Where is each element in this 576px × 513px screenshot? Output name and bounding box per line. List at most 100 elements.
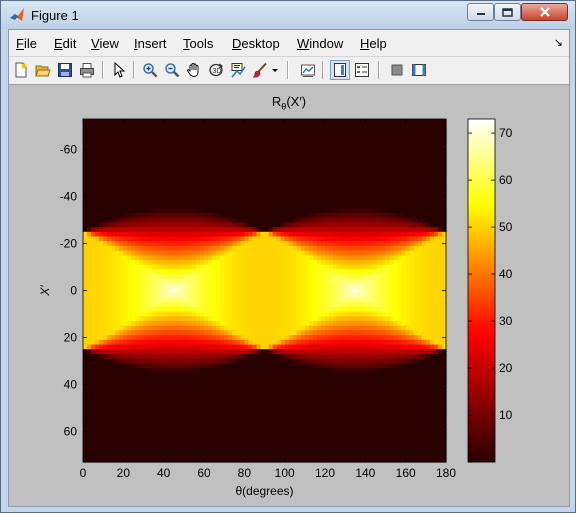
pan-button[interactable]: [184, 60, 204, 80]
heatmap-cell: [103, 330, 108, 336]
heatmap-cell: [353, 137, 358, 144]
menu-file[interactable]: File: [16, 36, 37, 51]
hide-plot-tools-button[interactable]: [387, 60, 407, 80]
heatmap-cell: [155, 269, 161, 275]
rotate-3d-button[interactable]: 3D: [206, 60, 226, 80]
legend-button[interactable]: [352, 60, 372, 80]
heatmap-cell: [308, 264, 314, 270]
menu-tools[interactable]: Tools: [183, 36, 213, 51]
heatmap-cell: [325, 335, 330, 341]
heatmap-cell: [119, 194, 124, 200]
heatmap-cell: [296, 339, 302, 346]
heatmap-cell: [276, 311, 282, 317]
menu-window[interactable]: Window: [297, 36, 343, 51]
heatmap-cell: [179, 391, 185, 397]
data-cursor-button[interactable]: [228, 60, 248, 80]
menu-insert[interactable]: Insert: [134, 36, 167, 51]
heatmap-cell: [284, 147, 290, 153]
heatmap-cell: [131, 189, 137, 195]
heatmap-cell: [320, 297, 326, 303]
link-plot-button[interactable]: [298, 60, 318, 80]
colorbar-button[interactable]: [330, 60, 350, 80]
brush-button[interactable]: [250, 60, 270, 80]
heatmap-cell: [83, 250, 88, 256]
heatmap-cell: [107, 433, 112, 440]
heatmap-cell: [325, 147, 330, 153]
heatmap-cell: [300, 311, 306, 317]
menu-edit[interactable]: Edit: [54, 36, 76, 51]
heatmap-cell: [159, 382, 165, 388]
heatmap-cell: [167, 452, 173, 458]
heatmap-cell: [341, 316, 346, 322]
heatmap-cell: [296, 358, 302, 364]
heatmap-cell: [163, 424, 169, 430]
zoom-out-button[interactable]: [162, 60, 182, 80]
heatmap-cell: [159, 203, 165, 209]
heatmap-cell: [252, 264, 258, 270]
close-button[interactable]: [521, 3, 568, 21]
heatmap-cell: [204, 283, 209, 289]
heatmap-chart[interactable]: 0 20 40 60 80 100 120 140 160 180-60-40-200204060…: [9, 85, 569, 506]
heatmap-cell: [167, 274, 173, 280]
heatmap-cell: [139, 297, 145, 303]
heatmap-cell: [248, 241, 253, 247]
heatmap-cell: [143, 236, 149, 242]
heatmap-cell: [159, 330, 165, 336]
open-file-button[interactable]: [33, 60, 53, 80]
heatmap-cell: [163, 335, 169, 341]
heatmap-cell: [103, 321, 108, 327]
save-button[interactable]: [55, 60, 75, 80]
show-plot-tools-button[interactable]: [409, 60, 429, 80]
heatmap-cell: [147, 264, 153, 270]
heatmap-cell: [312, 335, 318, 341]
brush-dropdown-button[interactable]: [270, 60, 280, 80]
print-button[interactable]: [77, 60, 97, 80]
heatmap-cell: [280, 151, 286, 158]
heatmap-cell: [216, 250, 221, 256]
menu-desktop[interactable]: Desktop: [232, 36, 280, 51]
heatmap-cell: [216, 194, 221, 200]
heatmap-cell: [143, 302, 149, 308]
heatmap-cell: [224, 325, 229, 332]
toolbar-separator: [378, 61, 380, 79]
heatmap-cell: [248, 180, 253, 186]
heatmap-cell: [268, 292, 274, 299]
heatmap-cell: [300, 443, 306, 449]
heatmap-cell: [341, 429, 346, 435]
edit-plot-button[interactable]: [109, 60, 129, 80]
new-figure-button[interactable]: [11, 60, 31, 80]
heatmap-cell: [111, 147, 116, 153]
heatmap-cell: [135, 255, 141, 261]
zoom-in-button[interactable]: [140, 60, 160, 80]
heatmap-cell: [304, 429, 310, 435]
heatmap-cell: [280, 241, 286, 247]
heatmap-cell: [175, 353, 181, 360]
heatmap-cell: [325, 170, 330, 176]
menu-view[interactable]: View: [91, 36, 119, 51]
heatmap-cell: [139, 306, 145, 313]
heatmap-cell: [341, 212, 346, 219]
heatmap-cell: [163, 123, 169, 129]
heatmap-cell: [167, 447, 173, 454]
heatmap-cell: [244, 189, 249, 195]
heatmap-cell: [139, 119, 145, 125]
heatmap-cell: [167, 372, 173, 379]
heatmap-cell: [272, 349, 278, 355]
heatmap-cell: [216, 278, 221, 285]
heatmap-cell: [179, 405, 185, 411]
heatmap-cell: [135, 377, 141, 383]
minimize-button[interactable]: [467, 3, 494, 21]
heatmap-cell: [155, 147, 161, 153]
heatmap-cell: [111, 165, 116, 172]
maximize-button[interactable]: [494, 3, 521, 21]
heatmap-cell: [119, 128, 124, 134]
dock-figure-icon[interactable]: ↘: [554, 36, 563, 49]
title-bar[interactable]: Figure 1: [1, 1, 575, 29]
heatmap-cell: [276, 433, 282, 440]
heatmap-cell: [325, 316, 330, 322]
heatmap-cell: [236, 142, 241, 148]
heatmap-cell: [111, 142, 116, 148]
menu-help[interactable]: Help: [360, 36, 387, 51]
heatmap-cell: [316, 316, 322, 322]
heatmap-cell: [276, 245, 282, 252]
